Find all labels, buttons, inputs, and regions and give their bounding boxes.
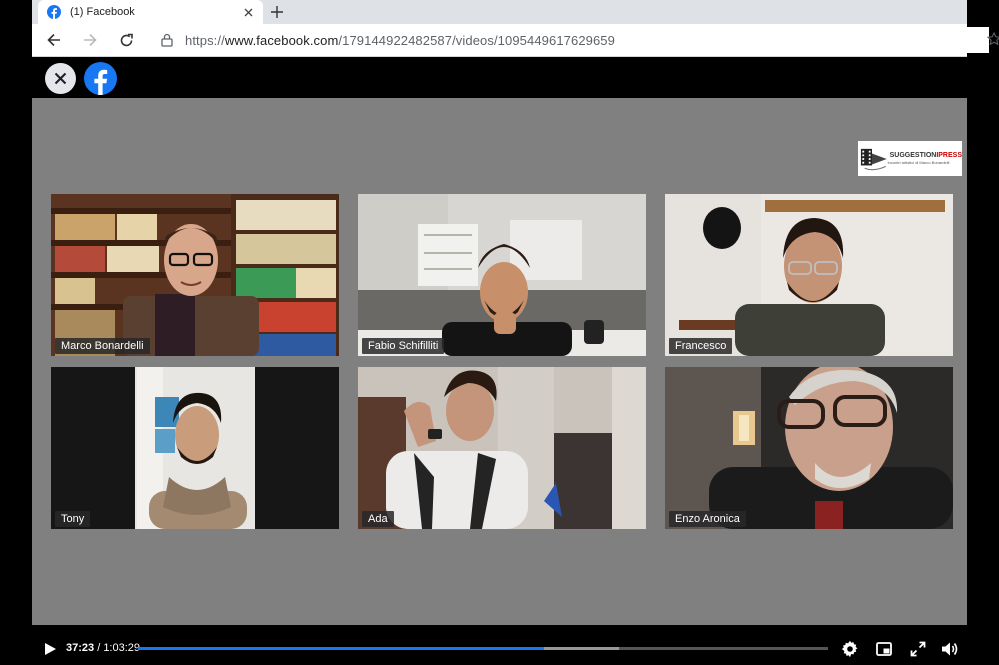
url-path: /179144922482587/videos/1095449617629659 <box>338 32 615 48</box>
participant-tile[interactable]: Ada <box>358 367 646 529</box>
participant-name: Ada <box>362 511 394 527</box>
reload-icon[interactable] <box>116 30 136 50</box>
bookmark-star-icon[interactable] <box>987 32 999 46</box>
fullscreen-button[interactable] <box>908 639 928 659</box>
lock-icon[interactable] <box>161 33 173 47</box>
address-bar[interactable]: https://www.facebook.com/179144922482587… <box>149 27 999 53</box>
current-time: 37:23 <box>66 642 95 654</box>
viewer-header <box>32 57 967 98</box>
picture-in-picture-icon <box>876 642 892 656</box>
sponsor-subtitle: incontri artistici di Marco Bonardelli <box>887 160 950 165</box>
participant-video <box>358 367 646 529</box>
progress-fill <box>138 647 545 650</box>
url-text[interactable]: https://www.facebook.com/179144922482587… <box>185 33 615 48</box>
participant-video <box>51 194 339 356</box>
participant-video <box>51 367 339 529</box>
participant-name: Marco Bonardelli <box>55 338 150 354</box>
right-letterbox <box>967 0 999 665</box>
player-controls: 37:23 / 1:03:29 <box>32 625 967 665</box>
film-reel-logo-icon <box>860 148 887 170</box>
close-icon <box>54 72 67 85</box>
participant-video <box>665 194 953 356</box>
participant-name: Enzo Aronica <box>669 511 746 527</box>
sponsor-brand-accent: PRESS <box>938 152 962 159</box>
tab-title: (1) Facebook <box>70 6 135 18</box>
video-stage[interactable]: SUGGESTIONIPRESS incontri artistici di M… <box>32 98 967 625</box>
gear-icon <box>841 640 858 658</box>
participant-name: Fabio Schifilliti <box>362 338 445 354</box>
facebook-favicon-icon <box>47 5 61 19</box>
close-viewer-button[interactable] <box>45 63 76 94</box>
forward-icon[interactable] <box>80 30 100 50</box>
tab-facebook[interactable]: (1) Facebook <box>38 0 263 24</box>
time-display: 37:23 / 1:03:29 <box>66 642 140 654</box>
participant-tile[interactable]: Enzo Aronica <box>665 367 953 529</box>
participant-video <box>665 367 953 529</box>
sponsor-logo: SUGGESTIONIPRESS incontri artistici di M… <box>858 141 962 176</box>
participant-name: Francesco <box>669 338 733 354</box>
volume-icon <box>942 642 958 656</box>
duration: 1:03:29 <box>103 642 141 654</box>
back-icon[interactable] <box>44 30 64 50</box>
miniplayer-button[interactable] <box>874 639 894 659</box>
fullscreen-icon <box>910 641 926 657</box>
new-tab-icon[interactable] <box>268 3 286 21</box>
browser-toolbar: https://www.facebook.com/179144922482587… <box>32 24 999 57</box>
participant-tile[interactable]: Fabio Schifilliti <box>358 194 646 356</box>
url-prefix: https:// <box>185 32 225 48</box>
play-icon[interactable] <box>43 642 57 656</box>
participant-tile[interactable]: Tony <box>51 367 339 529</box>
volume-button[interactable] <box>940 639 960 659</box>
seek-bar[interactable] <box>138 647 828 650</box>
close-tab-icon[interactable] <box>241 5 255 19</box>
left-letterbox <box>0 0 32 665</box>
url-host: www.facebook.com <box>224 32 339 48</box>
participant-tile[interactable]: Francesco <box>665 194 953 356</box>
tab-strip: (1) Facebook <box>32 0 967 24</box>
sponsor-title: SUGGESTIONIPRESS <box>890 152 962 159</box>
participant-video <box>358 194 646 356</box>
participant-name: Tony <box>55 511 91 527</box>
settings-button[interactable] <box>840 639 860 659</box>
time-separator: / <box>94 642 104 654</box>
sponsor-brand: SUGGESTIONI <box>889 152 939 159</box>
facebook-logo-icon[interactable] <box>84 62 117 95</box>
participant-tile[interactable]: Marco Bonardelli <box>51 194 339 356</box>
